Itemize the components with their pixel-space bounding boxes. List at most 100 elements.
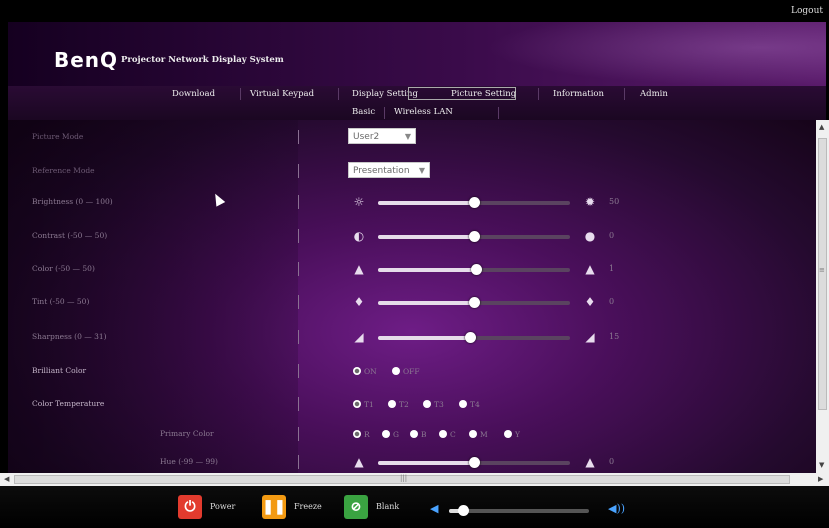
nav-separator (240, 88, 241, 100)
sharpness-value: 15 (609, 332, 620, 341)
scroll-thumb[interactable] (818, 138, 827, 410)
radio-dot (392, 367, 400, 375)
picture-mode-label: Picture Mode (32, 132, 84, 141)
row-brilliant-color: Brilliant Color ON OFF (8, 356, 816, 388)
radio-dot (504, 430, 512, 438)
reference-mode-select[interactable]: Presentation ▼ (348, 162, 430, 178)
brilliant-color-label: Brilliant Color (32, 366, 87, 375)
sun-small-icon: ☼ (353, 195, 365, 209)
radio-dot (459, 400, 467, 408)
scroll-down-icon[interactable]: ▼ (819, 461, 824, 469)
hscroll-grip-icon: ||| (400, 474, 408, 482)
scroll-up-icon[interactable]: ▲ (819, 123, 824, 131)
radio-temp-t1[interactable]: T1 (353, 400, 374, 409)
color-value: 1 (609, 264, 615, 273)
radio-dot (353, 367, 361, 375)
radio-brilliant-on[interactable]: ON (353, 367, 377, 376)
hue-slider[interactable] (378, 457, 570, 468)
subtab-wireless-lan[interactable]: Wireless LAN (394, 107, 453, 117)
speaker-low-icon[interactable]: ◀ (430, 502, 438, 515)
tab-download[interactable]: Download (172, 89, 215, 99)
top-bar: Logout (0, 0, 829, 22)
radio-primary-y[interactable]: Y (504, 430, 520, 439)
radio-primary-b[interactable]: B (410, 430, 427, 439)
tab-virtual-keypad[interactable]: Virtual Keypad (250, 89, 314, 99)
volume-knob[interactable] (458, 505, 469, 516)
hue-high-icon: ▲ (585, 455, 595, 469)
row-reference-mode: Reference Mode Presentation ▼ (8, 156, 816, 188)
sharpness-knob[interactable] (465, 332, 476, 343)
sharpness-low-icon: ◢ (354, 330, 364, 344)
row-color-temperature: Color Temperature T1 T2 T3 T4 (8, 389, 816, 421)
radio-brilliant-off[interactable]: OFF (392, 367, 420, 376)
radio-label: OFF (403, 367, 420, 376)
radio-primary-m[interactable]: M (469, 430, 488, 439)
scroll-right-icon[interactable]: ▶ (818, 475, 823, 483)
radio-label: T2 (399, 400, 409, 409)
sharpness-slider[interactable] (378, 332, 570, 343)
scroll-left-icon[interactable]: ◀ (4, 475, 9, 483)
radio-label: T3 (434, 400, 444, 409)
logout-link[interactable]: Logout (791, 6, 823, 16)
blank-icon: ⊘ (344, 495, 368, 519)
row-divider (298, 427, 299, 441)
radio-label: R (364, 430, 370, 439)
radio-primary-r[interactable]: R (353, 430, 370, 439)
brightness-knob[interactable] (469, 197, 480, 208)
radio-primary-c[interactable]: C (439, 430, 456, 439)
tint-knob[interactable] (469, 297, 480, 308)
tint-slider[interactable] (378, 297, 570, 308)
tab-admin[interactable]: Admin (640, 89, 668, 99)
picture-mode-select[interactable]: User2 ▼ (348, 128, 416, 144)
speaker-high-icon[interactable]: ◀)) (608, 502, 625, 515)
row-hue: Hue (-99 — 99) ▲ ▲ 0 (8, 447, 816, 473)
brightness-label: Brightness (0 — 100) (32, 197, 113, 206)
blank-label: Blank (376, 502, 400, 511)
subtab-basic[interactable]: Basic (352, 107, 375, 117)
pause-icon: ❚❚ (262, 495, 286, 519)
subnav-separator (384, 107, 385, 119)
color-temperature-label: Color Temperature (32, 399, 105, 408)
brightness-slider[interactable] (378, 197, 570, 208)
radio-temp-t4[interactable]: T4 (459, 400, 480, 409)
app-subtitle: Projector Network Display System (121, 55, 284, 65)
color-slider[interactable] (378, 264, 570, 275)
row-divider (298, 164, 299, 178)
color-knob[interactable] (471, 264, 482, 275)
horizontal-scrollbar[interactable]: ◀ ||| ▶ (0, 473, 829, 486)
radio-label: ON (364, 367, 377, 376)
nav-separator (538, 88, 539, 100)
contrast-value: 0 (609, 231, 615, 240)
picture-mode-value: User2 (353, 132, 380, 142)
row-brightness: Brightness (0 — 100) ☼ ✹ 50 (8, 187, 816, 219)
row-tint: Tint (-50 — 50) ♦ ♦ 0 (8, 287, 816, 319)
header-glow (486, 22, 826, 86)
sharpness-high-icon: ◢ (585, 330, 595, 344)
radio-dot (353, 430, 361, 438)
volume-slider[interactable] (449, 505, 589, 516)
radio-label: T1 (364, 400, 374, 409)
tab-picture-setting[interactable]: Picture Setting (451, 89, 516, 99)
radio-primary-g[interactable]: G (382, 430, 399, 439)
tab-information[interactable]: Information (553, 89, 604, 99)
radio-label: M (480, 430, 488, 439)
row-contrast: Contrast (-50 — 50) ◐ ● 0 (8, 221, 816, 253)
contrast-knob[interactable] (469, 231, 480, 242)
color-low-icon: ▲ (354, 262, 364, 276)
vertical-scrollbar[interactable]: ▲ ≡ ▼ (816, 120, 829, 473)
chevron-down-icon: ▼ (404, 132, 411, 141)
control-footer: ⏻ Power ❚❚ Freeze ⊘ Blank (0, 486, 829, 528)
hue-knob[interactable] (469, 457, 480, 468)
contrast-slider[interactable] (378, 231, 570, 242)
row-divider (298, 195, 299, 209)
radio-temp-t2[interactable]: T2 (388, 400, 409, 409)
contrast-fill (378, 235, 474, 239)
header-banner: BenQ Projector Network Display System (8, 22, 826, 86)
row-divider (298, 229, 299, 243)
row-divider (298, 455, 299, 469)
brand-logo: BenQ (54, 48, 119, 72)
subnav-separator (498, 107, 499, 119)
radio-temp-t3[interactable]: T3 (423, 400, 444, 409)
nav-separator (338, 88, 339, 100)
main-nav: Download Virtual Keypad Display Setting … (8, 86, 826, 121)
